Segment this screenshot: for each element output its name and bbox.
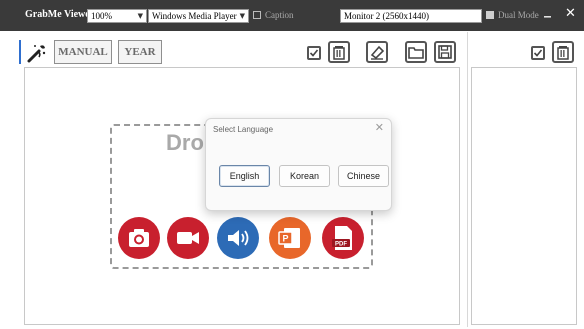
right-select-all-checkbox[interactable] [531, 46, 545, 60]
select-all-checkbox[interactable] [307, 46, 321, 60]
chevron-down-icon[interactable]: ▼ [476, 10, 481, 18]
speaker-icon [228, 230, 249, 246]
side-panel[interactable] [471, 67, 577, 325]
right-delete-button[interactable] [552, 41, 574, 63]
monitor-value: Monitor 2 (2560x1440) [344, 11, 429, 21]
camera-icon[interactable] [118, 217, 160, 259]
chevron-down-icon: ▼ [239, 12, 245, 20]
powerpoint-icon[interactable]: P [269, 217, 311, 259]
dialog-close-button[interactable]: ✕ [375, 121, 384, 134]
audio-icon[interactable] [217, 217, 259, 259]
check-icon [533, 49, 543, 57]
active-panel-indicator [19, 40, 21, 64]
video-camera-icon [177, 232, 199, 244]
folder-icon [408, 47, 424, 59]
pdf-icon[interactable]: PDF [322, 217, 364, 259]
zoom-value: 100% [91, 11, 112, 21]
korean-button[interactable]: Korean [279, 165, 330, 187]
chinese-button[interactable]: Chinese [338, 165, 389, 187]
chevron-down-icon: ▼ [137, 12, 143, 20]
player-select[interactable]: Windows Media Player ▼ [148, 9, 249, 23]
top-toolbar: GrabMe Viewer 100% ▼ Windows Media Playe… [0, 0, 584, 31]
player-value: Windows Media Player [152, 11, 237, 21]
dual-mode-label: Dual Mode [498, 10, 539, 20]
video-icon[interactable] [167, 217, 209, 259]
svg-text:PDF: PDF [335, 242, 347, 248]
camera-icon-glyph [129, 229, 149, 247]
monitor-select[interactable]: Monitor 2 (2560x1440) [340, 9, 482, 23]
presentation-icon: P [278, 228, 300, 248]
open-folder-button[interactable] [405, 41, 427, 63]
caption-checkbox[interactable] [253, 11, 261, 19]
app-title: GrabMe Viewer [25, 9, 95, 20]
svg-text:P: P [282, 234, 288, 244]
caption-label: Caption [265, 10, 294, 20]
year-button[interactable]: YEAR [118, 40, 162, 64]
panel-divider [467, 32, 468, 327]
trash-icon [333, 46, 345, 60]
check-icon [309, 49, 319, 57]
save-button[interactable] [434, 41, 456, 63]
dual-mode-checkbox[interactable] [486, 11, 494, 19]
drop-zone-text: Dro [166, 130, 204, 155]
delete-button[interactable] [328, 41, 350, 63]
magic-wand-icon[interactable] [26, 42, 48, 64]
dialog-title: Select Language [213, 125, 274, 134]
minimize-button[interactable]: _ [544, 2, 551, 18]
language-dialog: Select Language ✕ English Korean Chinese [205, 118, 392, 211]
eraser-icon [370, 45, 385, 60]
document-icon: PDF [332, 226, 352, 250]
manual-button[interactable]: MANUAL [54, 40, 112, 64]
close-button[interactable]: ✕ [565, 6, 576, 21]
trash-icon [557, 46, 569, 60]
english-button[interactable]: English [219, 165, 270, 187]
zoom-select[interactable]: 100% ▼ [87, 9, 147, 23]
save-icon [438, 45, 452, 59]
eraser-button[interactable] [366, 41, 388, 63]
